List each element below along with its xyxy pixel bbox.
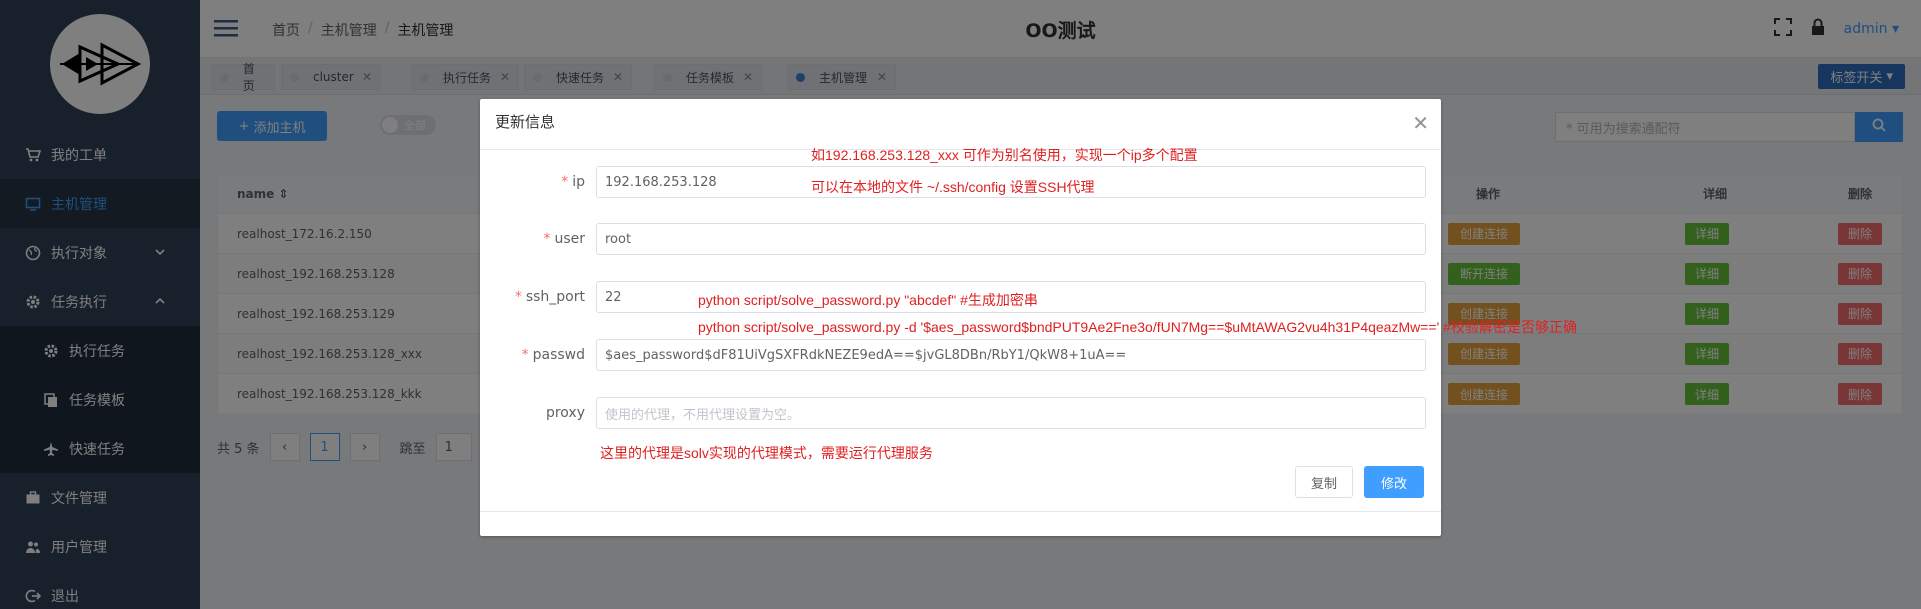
edit-button[interactable]: 修改: [1364, 466, 1424, 498]
ip-label-text: ip: [572, 174, 585, 190]
required-mark: *: [521, 347, 529, 363]
passwd-field[interactable]: $aes_password$dF81UiVgSXFRdkNEZE9edA==$j…: [596, 339, 1426, 371]
copy-button[interactable]: 复制: [1295, 466, 1353, 498]
required-mark: *: [561, 174, 569, 190]
ssh-port-label-text: ssh_port: [525, 289, 585, 305]
annotation-proxy: 这里的代理是solv实现的代理模式，需要运行代理服务: [600, 445, 933, 461]
dialog-title: 更新信息: [495, 113, 556, 131]
annotation-generate: python script/solve_password.py "abcdef"…: [698, 292, 1038, 308]
required-mark: *: [543, 231, 551, 247]
required-mark: *: [514, 289, 522, 305]
close-icon[interactable]: ✕: [1412, 111, 1429, 135]
ip-label: * ip: [480, 174, 585, 190]
passwd-label: * passwd: [480, 347, 585, 363]
proxy-field[interactable]: 使用的代理，不用代理设置为空。: [596, 397, 1426, 429]
passwd-label-text: passwd: [532, 347, 585, 363]
user-label-text: user: [554, 231, 585, 247]
proxy-label: proxy: [545, 405, 585, 421]
annotation-verify: python script/solve_password.py -d '$aes…: [698, 319, 1577, 335]
dialog-divider: [480, 511, 1441, 512]
update-info-dialog: 更新信息 ✕ 如192.168.253.128_xxx 可作为别名使用，实现一个…: [480, 99, 1577, 536]
annotation-alias: 如192.168.253.128_xxx 可作为别名使用，实现一个ip多个配置: [811, 147, 1198, 163]
ssh-port-label: * ssh_port: [480, 289, 585, 305]
user-label: * user: [480, 231, 585, 247]
user-field[interactable]: root: [596, 223, 1426, 255]
annotation-ssh-config: 可以在本地的文件 ~/.ssh/config 设置SSH代理: [811, 179, 1095, 195]
